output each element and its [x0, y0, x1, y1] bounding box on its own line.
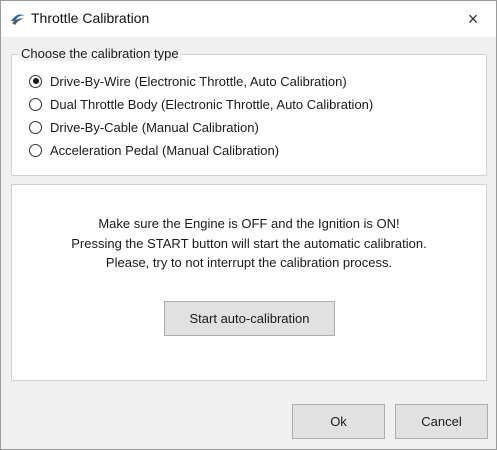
- app-icon: [11, 14, 25, 25]
- radio-dual-throttle-body[interactable]: Dual Throttle Body (Electronic Throttle,…: [29, 94, 373, 114]
- radio-label: Drive-By-Cable (Manual Calibration): [50, 119, 259, 135]
- window-title: Throttle Calibration: [31, 10, 150, 26]
- title-bar: Throttle Calibration ×: [1, 1, 496, 37]
- group-legend: Choose the calibration type: [18, 46, 182, 61]
- radio-drive-by-cable[interactable]: Drive-By-Cable (Manual Calibration): [29, 117, 259, 137]
- instructions-message: Make sure the Engine is OFF and the Igni…: [12, 214, 486, 273]
- radio-button[interactable]: [29, 120, 42, 134]
- dialog-window: Throttle Calibration × Choose the calibr…: [0, 0, 497, 450]
- radio-acceleration-pedal[interactable]: Acceleration Pedal (Manual Calibration): [29, 140, 279, 160]
- radio-label: Dual Throttle Body (Electronic Throttle,…: [50, 96, 374, 112]
- close-button[interactable]: ×: [450, 1, 496, 37]
- radio-button-checked[interactable]: [29, 74, 42, 88]
- radio-label: Acceleration Pedal (Manual Calibration): [50, 142, 280, 158]
- start-auto-calibration-button[interactable]: Start auto-calibration: [164, 301, 335, 336]
- instruction-line: Make sure the Engine is OFF and the Igni…: [98, 216, 400, 231]
- calibration-type-group: Choose the calibration type Drive-By-Wir…: [11, 46, 487, 176]
- instructions-panel: Make sure the Engine is OFF and the Igni…: [11, 184, 487, 381]
- ok-button[interactable]: Ok: [292, 404, 385, 439]
- radio-label: Drive-By-Wire (Electronic Throttle, Auto…: [50, 73, 347, 89]
- cancel-button[interactable]: Cancel: [395, 404, 488, 439]
- radio-button[interactable]: [29, 143, 42, 157]
- radio-button[interactable]: [29, 97, 42, 111]
- instruction-line: Please, try to not interrupt the calibra…: [105, 255, 393, 270]
- instruction-line: Pressing the START button will start the…: [71, 235, 427, 251]
- radio-drive-by-wire[interactable]: Drive-By-Wire (Electronic Throttle, Auto…: [29, 71, 347, 91]
- close-icon: ×: [467, 8, 479, 29]
